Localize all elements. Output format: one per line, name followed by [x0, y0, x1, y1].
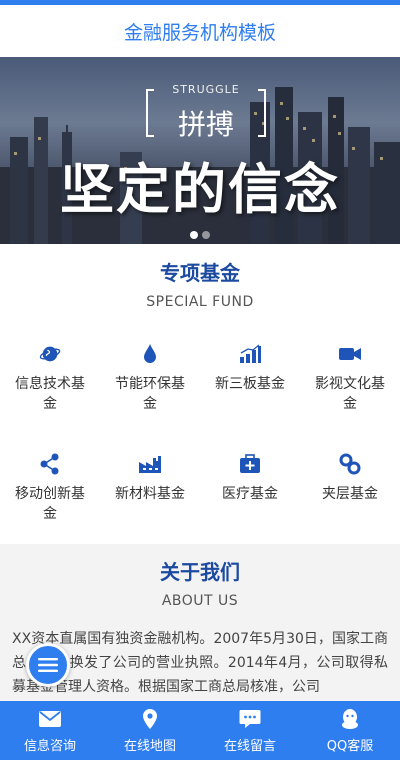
fund-item-label: 节能环保基金	[115, 376, 185, 412]
fund-title: 专项基金	[160, 261, 240, 285]
site-title[interactable]: 金融服务机构模板	[124, 18, 276, 45]
video-camera-icon	[338, 342, 362, 366]
mail-icon	[38, 707, 62, 731]
hamburger-icon	[38, 658, 58, 672]
globe-icon	[38, 342, 62, 366]
carousel-dot-2[interactable]	[202, 231, 210, 239]
fund-item[interactable]: 新三板基金	[200, 342, 300, 434]
banner-kicker: STRUGGLE	[172, 83, 240, 96]
fund-item-label: 移动创新基金	[15, 486, 85, 522]
fund-item[interactable]: 新材料基金	[100, 452, 200, 544]
link-icon	[338, 452, 362, 476]
chat-bubble-icon	[238, 707, 262, 731]
menu-button[interactable]	[26, 643, 70, 687]
medical-kit-icon	[238, 452, 262, 476]
banner-kicker-cn: 拼搏	[177, 108, 234, 141]
bottom-nav: 信息咨询 在线地图 在线留言 QQ客服	[0, 701, 400, 760]
about-title: 关于我们	[160, 560, 240, 584]
nav-online-message[interactable]: 在线留言	[200, 701, 300, 760]
fund-item-label: 信息技术基金	[15, 376, 85, 412]
nav-label: 在线地图	[123, 739, 176, 754]
struggle-frame: STRUGGLE 拼搏	[146, 79, 266, 141]
about-us-section: 关于我们 ABOUT US XX资本直属国有独资金融机构。2007年5月30日，…	[0, 544, 400, 701]
water-drop-icon	[138, 342, 162, 366]
qq-penguin-icon	[338, 707, 362, 731]
fund-subtitle: SPECIAL FUND	[146, 294, 254, 310]
bar-chart-icon	[238, 342, 262, 366]
special-fund-section: 专项基金 SPECIAL FUND 信息技术基金 节能环保基金 新三板基金 影视…	[0, 244, 400, 544]
nav-qq-service[interactable]: QQ客服	[300, 701, 400, 760]
nav-label: QQ客服	[326, 739, 374, 754]
fund-item[interactable]: 信息技术基金	[0, 342, 100, 434]
factory-icon	[138, 452, 162, 476]
nav-label: 在线留言	[223, 739, 276, 754]
fund-item-label: 医疗基金	[222, 486, 278, 502]
fund-item[interactable]: 影视文化基金	[300, 342, 400, 434]
nav-label: 信息咨询	[23, 739, 76, 754]
nav-online-map[interactable]: 在线地图	[100, 701, 200, 760]
nav-info-consult[interactable]: 信息咨询	[0, 701, 100, 760]
banner-slogan: 坚定的信念	[60, 157, 340, 221]
fund-item-label: 新材料基金	[115, 486, 185, 502]
carousel-dots	[0, 231, 400, 239]
fund-item-label: 影视文化基金	[315, 376, 385, 412]
fund-item[interactable]: 节能环保基金	[100, 342, 200, 434]
fund-item[interactable]: 医疗基金	[200, 452, 300, 544]
fund-item[interactable]: 移动创新基金	[0, 452, 100, 544]
map-pin-icon	[138, 707, 162, 731]
share-icon	[38, 452, 62, 476]
carousel-dot-1[interactable]	[190, 231, 198, 239]
fund-item-label: 新三板基金	[215, 376, 285, 392]
site-header: 金融服务机构模板	[0, 5, 400, 57]
hero-banner[interactable]: STRUGGLE 拼搏 坚定的信念	[0, 57, 400, 244]
fund-item[interactable]: 夹层基金	[300, 452, 400, 544]
fund-item-label: 夹层基金	[322, 486, 378, 502]
about-subtitle: ABOUT US	[161, 593, 239, 609]
fund-grid: 信息技术基金 节能环保基金 新三板基金 影视文化基金 移动创新基金 新材料基金 …	[0, 342, 400, 544]
